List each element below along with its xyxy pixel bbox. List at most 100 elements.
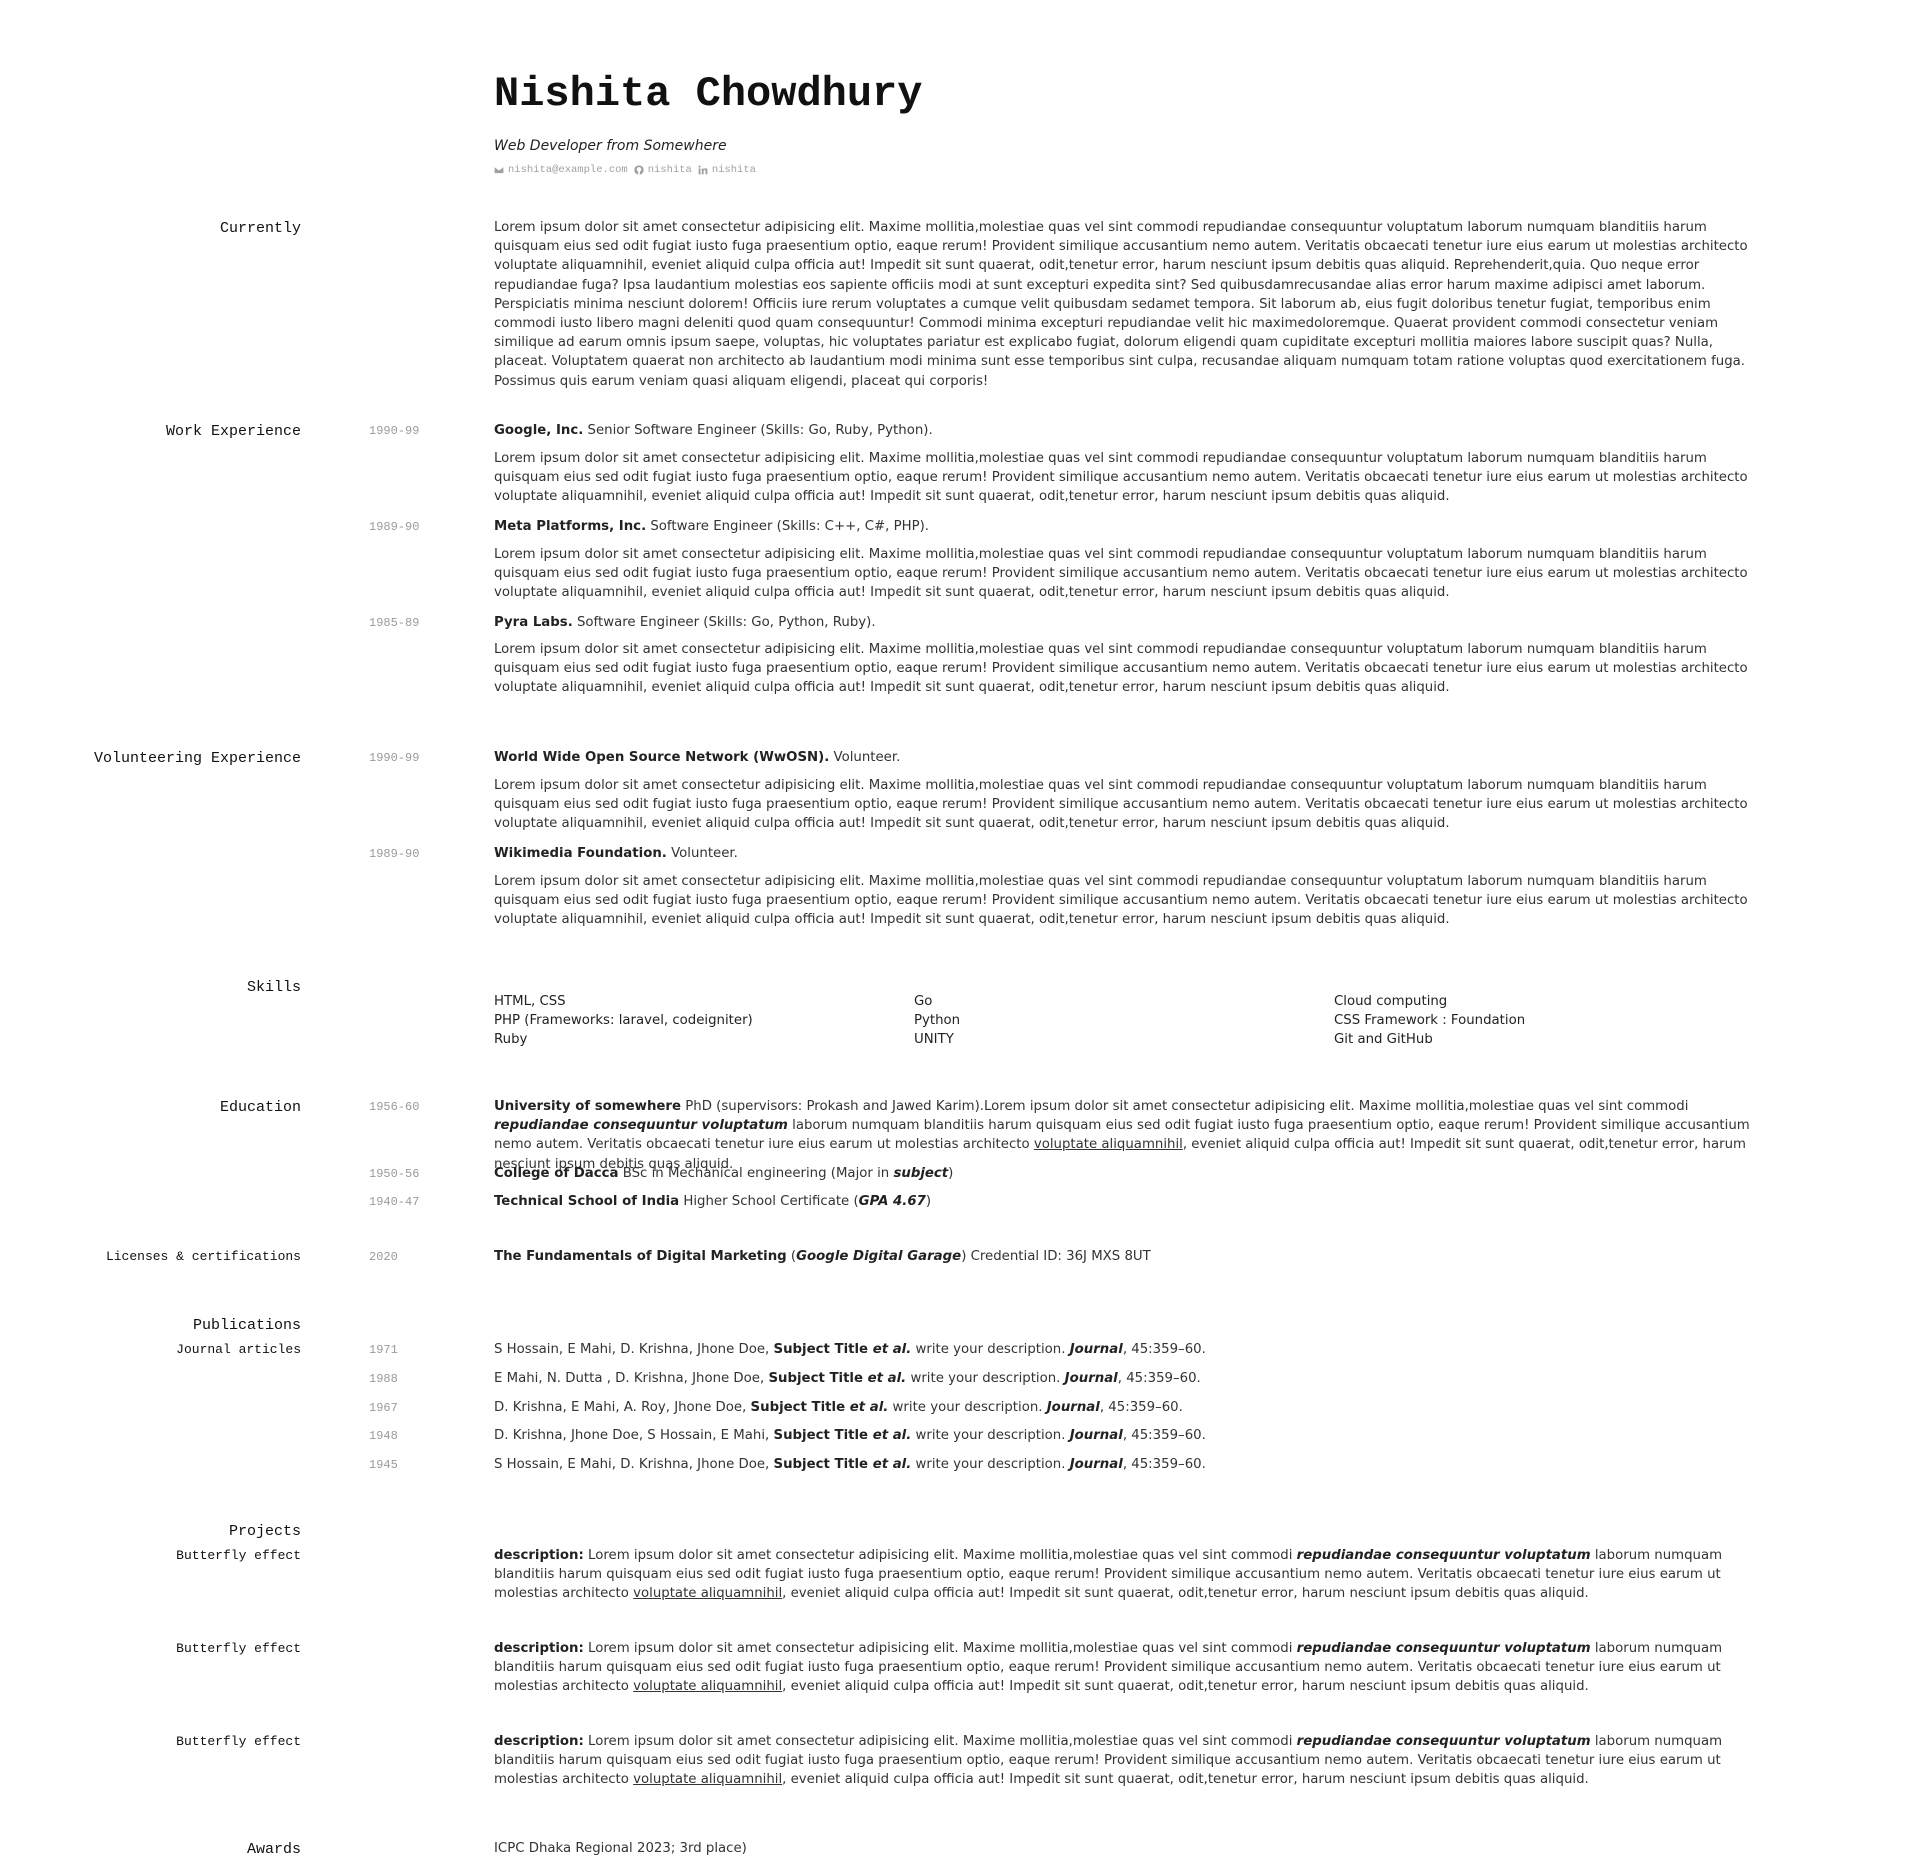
- entry-date: 1988: [369, 1372, 398, 1386]
- section-title: Education: [219, 1099, 301, 1116]
- github-icon: [634, 165, 644, 175]
- entry-text: ): [948, 1166, 954, 1181]
- pub-pages: , 45:359–60.: [1122, 1428, 1206, 1443]
- org-name: Google, Inc.: [494, 423, 584, 438]
- entry-date: 1967: [369, 1401, 398, 1415]
- skills-grid: HTML, CSS PHP (Frameworks: laravel, code…: [494, 992, 1754, 1050]
- entry-date: 1971: [369, 1343, 398, 1357]
- entry-date: 1950-56: [369, 1167, 420, 1181]
- pub-desc: write your description.: [911, 1428, 1070, 1443]
- entry-description: Lorem ipsum dolor sit amet consectetur a…: [494, 874, 1748, 928]
- pub-etal: et al.: [849, 1400, 889, 1415]
- pub-etal: et al.: [867, 1371, 907, 1386]
- entry-description: Lorem ipsum dolor sit amet consectetur a…: [494, 642, 1748, 696]
- entry-emphasis: repudiandae consequuntur voluptatum: [494, 1118, 788, 1134]
- project-name: Butterfly effect: [176, 1641, 301, 1656]
- entry-text: ) Credential ID: 36J MXS 8UT: [961, 1249, 1151, 1264]
- entry-underline: voluptate aliquamnihil: [633, 1586, 783, 1602]
- publication-entry: E Mahi, N. Dutta , D. Krishna, Jhone Doe…: [494, 1369, 1750, 1388]
- entry-heading: World Wide Open Source Network (WwOSN). …: [494, 748, 1750, 767]
- pub-authors: E Mahi, N. Dutta , D. Krishna, Jhone Doe…: [494, 1371, 769, 1386]
- entry-text: (: [786, 1249, 797, 1264]
- entry-text: , eveniet aliquid culpa officia aut! Imp…: [782, 1679, 1589, 1695]
- entry-role: Senior Software Engineer (Skills: Go, Ru…: [583, 423, 933, 438]
- pub-title: Subject Title: [750, 1400, 850, 1415]
- entry-date: 2020: [369, 1250, 398, 1264]
- pub-journal: Journal: [1064, 1371, 1118, 1386]
- pub-etal: et al.: [872, 1342, 912, 1357]
- pub-title: Subject Title: [768, 1371, 868, 1386]
- section-title: Currently: [219, 220, 301, 237]
- entry-role: Software Engineer (Skills: Go, Python, R…: [572, 615, 876, 630]
- person-name: Nishita Chowdhury: [494, 70, 923, 118]
- email-link[interactable]: nishita@example.com: [494, 164, 628, 176]
- email-text: nishita@example.com: [508, 164, 628, 176]
- pub-desc: write your description.: [888, 1400, 1047, 1415]
- publication-entry: S Hossain, E Mahi, D. Krishna, Jhone Doe…: [494, 1455, 1750, 1474]
- entry-emphasis: repudiandae consequuntur voluptatum: [1296, 1641, 1591, 1656]
- entry-underline: voluptate aliquamnihil: [633, 1772, 783, 1788]
- section-title: Volunteering Experience: [93, 750, 301, 767]
- license-issuer: Google Digital Garage: [796, 1249, 962, 1264]
- entry-date: 1990-99: [369, 751, 420, 765]
- subsection-title: Journal articles: [176, 1342, 301, 1357]
- org-name: Meta Platforms, Inc.: [494, 519, 647, 534]
- linkedin-text: nishita: [711, 164, 756, 176]
- section-title: Licenses & certifications: [105, 1249, 301, 1264]
- section-title: Publications: [192, 1317, 301, 1334]
- pub-pages: , 45:359–60.: [1099, 1400, 1183, 1415]
- skill-item: Cloud computing: [1334, 994, 1448, 1009]
- publication-entry: D. Krishna, E Mahi, A. Roy, Jhone Doe, S…: [494, 1398, 1750, 1417]
- education-entry: University of somewhere PhD (supervisors…: [494, 1097, 1750, 1174]
- skill-item: Python: [914, 1013, 961, 1029]
- entry-text: , eveniet aliquid culpa officia aut! Imp…: [782, 1772, 1589, 1788]
- section-title: Projects: [228, 1523, 301, 1540]
- school-name: College of Dacca: [494, 1166, 619, 1181]
- entry-text: BSc in Mechanical engineering (Major in: [618, 1166, 894, 1181]
- github-link[interactable]: nishita: [634, 164, 692, 176]
- entry-underline: voluptate aliquamnihil: [633, 1679, 783, 1695]
- project-description: description: Lorem ipsum dolor sit amet …: [494, 1639, 1750, 1697]
- entry-text: Lorem ipsum dolor sit amet consectetur a…: [583, 1641, 1297, 1656]
- education-entry: College of Dacca BSc in Mechanical engin…: [494, 1164, 1750, 1183]
- skill-item: Git and GitHub: [1334, 1032, 1433, 1048]
- entry-text: PhD (supervisors: Prokash and Jawed Kari…: [681, 1099, 1689, 1114]
- entry-heading: Google, Inc. Senior Software Engineer (S…: [494, 421, 1750, 440]
- entry-text: ): [925, 1194, 932, 1209]
- pub-authors: D. Krishna, E Mahi, A. Roy, Jhone Doe,: [494, 1400, 751, 1415]
- school-name: University of somewhere: [494, 1099, 682, 1114]
- entry-emphasis: repudiandae consequuntur voluptatum: [1296, 1734, 1591, 1749]
- pub-desc: write your description.: [911, 1342, 1070, 1357]
- entry-text: Lorem ipsum dolor sit amet consectetur a…: [583, 1548, 1297, 1563]
- entry-date: 1956-60: [369, 1100, 420, 1114]
- entry-description: Lorem ipsum dolor sit amet consectetur a…: [494, 451, 1748, 505]
- pub-desc: write your description.: [906, 1371, 1065, 1386]
- entry-emphasis: subject: [893, 1166, 949, 1181]
- skill-item: PHP (Frameworks: laravel, codeigniter): [494, 1013, 753, 1029]
- pub-pages: , 45:359–60.: [1117, 1371, 1201, 1386]
- currently-text: Lorem ipsum dolor sit amet consectetur a…: [494, 220, 1748, 389]
- github-text: nishita: [647, 164, 692, 176]
- linkedin-link[interactable]: nishita: [698, 164, 756, 176]
- entry-text: Higher School Certificate (: [679, 1194, 859, 1209]
- section-title: Awards: [246, 1841, 301, 1858]
- skill-item: HTML, CSS: [494, 994, 566, 1009]
- pub-pages: , 45:359–60.: [1122, 1457, 1206, 1472]
- entry-role: Volunteer.: [666, 846, 738, 861]
- entry-description: Lorem ipsum dolor sit amet consectetur a…: [494, 547, 1748, 601]
- project-name: Butterfly effect: [176, 1548, 301, 1563]
- publication-entry: D. Krishna, Jhone Doe, S Hossain, E Mahi…: [494, 1426, 1750, 1445]
- entry-date: 1985-89: [369, 616, 420, 630]
- entry-date: 1989-90: [369, 520, 420, 534]
- project-name: Butterfly effect: [176, 1734, 301, 1749]
- entry-description: Lorem ipsum dolor sit amet consectetur a…: [494, 778, 1748, 832]
- pub-authors: S Hossain, E Mahi, D. Krishna, Jhone Doe…: [494, 1457, 774, 1472]
- skill-item: Ruby: [494, 1032, 528, 1048]
- license-title: The Fundamentals of Digital Marketing: [494, 1249, 787, 1264]
- org-name: Pyra Labs.: [494, 615, 573, 630]
- entry-heading: Meta Platforms, Inc. Software Engineer (…: [494, 517, 1750, 536]
- pub-title: Subject Title: [773, 1457, 873, 1472]
- pub-journal: Journal: [1046, 1400, 1100, 1415]
- publication-entry: S Hossain, E Mahi, D. Krishna, Jhone Doe…: [494, 1340, 1750, 1359]
- entry-emphasis: repudiandae consequuntur voluptatum: [1296, 1548, 1591, 1563]
